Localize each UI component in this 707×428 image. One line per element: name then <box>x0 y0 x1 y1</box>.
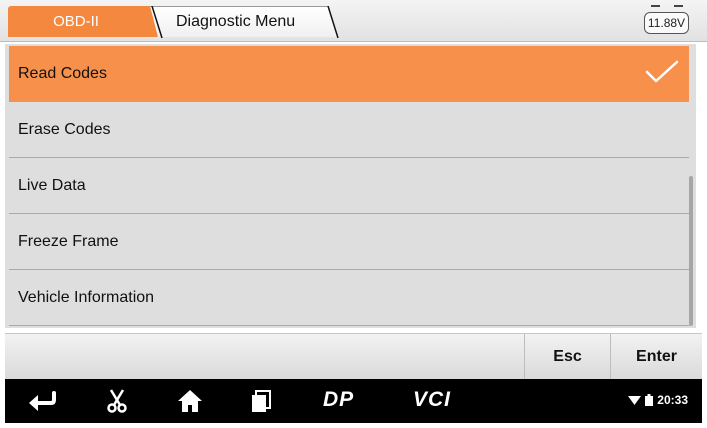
menu-item-label: Vehicle Information <box>18 288 155 306</box>
diagnostic-menu-list: Read Codes Erase Codes Live Data Freeze … <box>5 44 696 328</box>
menu-item-label: Read Codes <box>18 64 107 82</box>
battery-terminal-icon <box>674 5 683 7</box>
breadcrumb-root-label: OBD-II <box>53 13 99 30</box>
checkmark-icon <box>645 60 679 83</box>
battery-terminal-icon <box>651 5 660 7</box>
esc-button-label: Esc <box>553 348 582 365</box>
menu-item-label: Live Data <box>18 176 86 194</box>
menu-item-label: Freeze Frame <box>18 232 119 250</box>
menu-item-live-data[interactable]: Live Data <box>9 158 689 213</box>
dp-icon[interactable]: DP <box>323 388 354 412</box>
row-divider <box>9 325 689 326</box>
breadcrumb-separator-icon <box>151 6 163 38</box>
menu-item-label: Erase Codes <box>18 120 111 138</box>
action-bar: Esc Enter <box>5 333 702 380</box>
list-scrollbar[interactable] <box>689 176 693 326</box>
screenshot-scissors-icon[interactable] <box>105 389 129 413</box>
vci-icon[interactable]: VCI <box>413 388 451 412</box>
back-icon[interactable] <box>27 389 57 413</box>
battery-voltage: 11.88V <box>644 12 689 34</box>
breadcrumb-obd2[interactable]: OBD-II <box>8 6 158 37</box>
breadcrumb-current-label: Diagnostic Menu <box>176 13 296 30</box>
clock: 20:33 <box>657 393 688 407</box>
esc-button[interactable]: Esc <box>524 334 610 380</box>
status-area: 20:33 <box>628 393 688 407</box>
breadcrumb-diagnostic-menu[interactable]: Diagnostic Menu <box>150 6 338 37</box>
recent-apps-icon[interactable] <box>250 389 272 413</box>
battery-icon <box>645 394 654 406</box>
menu-item-freeze-frame[interactable]: Freeze Frame <box>9 214 689 269</box>
enter-button[interactable]: Enter <box>610 334 702 380</box>
system-navigation-bar: DP VCI 20:33 <box>5 379 702 423</box>
menu-item-erase-codes[interactable]: Erase Codes <box>9 102 689 157</box>
battery-indicator: 11.88V <box>644 5 690 35</box>
breadcrumb-end-icon <box>327 6 339 38</box>
title-bar: OBD-II Diagnostic Menu 11.88V <box>0 0 707 42</box>
enter-button-label: Enter <box>636 348 677 365</box>
menu-item-vehicle-information[interactable]: Vehicle Information <box>9 270 689 325</box>
menu-item-read-codes[interactable]: Read Codes <box>9 46 689 101</box>
home-icon[interactable] <box>177 389 203 413</box>
wifi-icon <box>628 395 642 405</box>
